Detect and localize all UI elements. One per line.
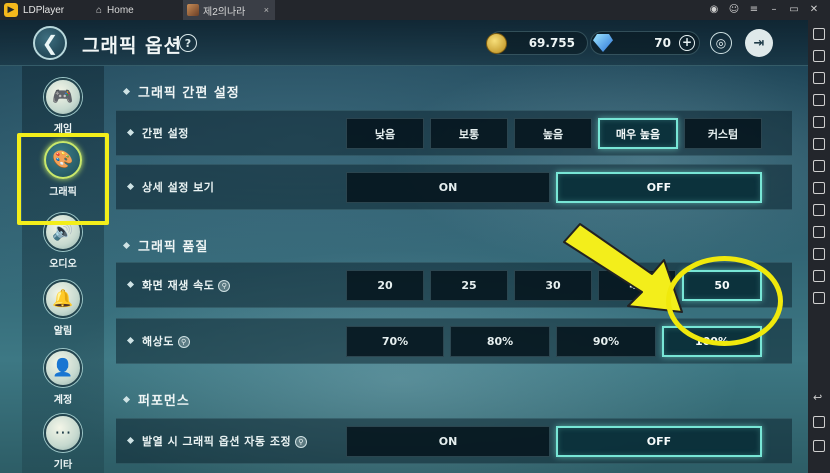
nav-label: 계정	[53, 395, 73, 406]
exit-button[interactable]: ⇥	[745, 29, 773, 57]
keyboard-icon[interactable]	[813, 50, 825, 62]
sync-icon[interactable]	[813, 248, 825, 260]
resolution-option-70[interactable]: 70%	[346, 326, 444, 357]
gem-counter: 70 +	[590, 31, 700, 55]
gem-value: 70	[654, 36, 671, 50]
nav-item-game[interactable]: 🎮 게임	[22, 74, 104, 140]
bell-icon: 🔔	[44, 280, 82, 318]
diamond-icon	[593, 34, 613, 52]
gamepad-icon[interactable]: ◉	[708, 4, 720, 16]
volume-icon[interactable]	[813, 116, 825, 128]
home-icon: ⌂	[96, 4, 103, 16]
nav-item-account[interactable]: 👤 계정	[22, 345, 104, 411]
magnify-icon[interactable]: ⚲	[218, 280, 231, 292]
home-nav-icon[interactable]	[813, 416, 825, 428]
back-button[interactable]: ❮	[33, 26, 67, 60]
nav-item-alerts[interactable]: 🔔 알림	[22, 276, 104, 342]
nav-item-other[interactable]: ⋯ 기타	[22, 410, 104, 473]
resolution-option-90[interactable]: 90%	[556, 326, 656, 357]
tab-home[interactable]: ⌂ Home	[96, 0, 182, 20]
gold-counter: 69.755	[486, 31, 588, 55]
back-arrow-icon: ❮	[41, 31, 59, 55]
heat-off-button[interactable]: OFF	[556, 426, 762, 457]
gamepad-icon: 🎮	[44, 78, 82, 116]
heat-on-button[interactable]: ON	[346, 426, 550, 457]
preset-option-normal[interactable]: 보통	[430, 118, 508, 149]
exit-door-icon: ⇥	[753, 35, 765, 51]
tab-game[interactable]: 제2의나라 ×	[183, 0, 275, 20]
menu-icon[interactable]: ≡	[748, 4, 760, 16]
target-icon[interactable]: ◎	[710, 32, 732, 54]
detail-on-button[interactable]: ON	[346, 172, 550, 203]
nav-label: 오디오	[49, 259, 77, 270]
user-icon[interactable]: ☺	[728, 4, 740, 16]
settings-nav: 🎮 게임 🎨 그래픽 🔊 오디오 🔔 알림 👤 계정 ⋯ 기타	[22, 66, 104, 473]
tab-close-icon[interactable]: ×	[264, 5, 269, 15]
scissors-icon[interactable]	[813, 204, 825, 216]
add-gem-button[interactable]: +	[679, 35, 695, 51]
nav-label: 기타	[53, 460, 73, 471]
row-label: 화면 재생 속도 ⚲	[126, 277, 231, 293]
resolution-option-80[interactable]: 80%	[450, 326, 550, 357]
play-icon[interactable]	[813, 226, 825, 238]
recent-apps-icon[interactable]	[813, 440, 825, 452]
restore-icon[interactable]: ▭	[788, 4, 800, 16]
close-icon[interactable]: ✕	[808, 4, 820, 16]
row-label: 해상도 ⚲	[126, 333, 190, 349]
section-title-quick: 그래픽 간편 설정	[122, 82, 240, 101]
fps-option-20[interactable]: 20	[346, 270, 424, 301]
multi-instance-icon[interactable]	[813, 94, 825, 106]
preset-option-custom[interactable]: 커스텀	[684, 118, 762, 149]
row-label: 상세 설정 보기	[126, 179, 214, 195]
row-detail: 상세 설정 보기 ON OFF	[116, 164, 792, 210]
more-icon: ⋯	[44, 414, 82, 452]
row-heat-adjust: 발열 시 그래픽 옵션 자동 조정 ⚲ ON OFF	[116, 418, 792, 464]
preset-option-very-high[interactable]: 매우 높음	[598, 118, 678, 149]
detail-off-button[interactable]: OFF	[556, 172, 762, 203]
section-title-quality: 그래픽 품질	[122, 236, 208, 255]
magnify-icon[interactable]: ⚲	[177, 336, 190, 348]
preset-option-high[interactable]: 높음	[514, 118, 592, 149]
game-screen: ❮ 그래픽 옵션 ? 69.755 70 + ◎ ⇥ 🎮 게임 🎨 그래픽 🔊 …	[0, 20, 808, 473]
emulator-toolbar: ↩	[808, 20, 830, 473]
preset-option-low[interactable]: 낮음	[346, 118, 424, 149]
expand-icon[interactable]	[813, 28, 825, 40]
ldplayer-logo-icon: ▶	[4, 3, 18, 17]
tab-game-label: 제2의나라	[203, 6, 246, 18]
minimize-icon[interactable]: –	[768, 4, 780, 16]
person-icon: 👤	[44, 349, 82, 387]
magnify-icon[interactable]: ⚲	[295, 436, 308, 448]
settings-icon[interactable]	[813, 270, 825, 282]
gold-coin-icon	[486, 33, 507, 54]
row-preset: 간편 설정 낮음 보통 높음 매우 높음 커스텀	[116, 110, 792, 156]
window-controls: ◉ ☺ ≡ – ▭ ✕	[708, 0, 820, 20]
app-name: LDPlayer	[23, 4, 65, 16]
annotation-circle	[666, 256, 783, 346]
row-label: 발열 시 그래픽 옵션 자동 조정 ⚲	[126, 433, 308, 449]
header: ❮ 그래픽 옵션 ? 69.755 70 + ◎ ⇥	[0, 20, 808, 66]
game-icon	[187, 4, 199, 16]
help-icon[interactable]: ?	[179, 34, 197, 52]
emulator-window: ▶ LDPlayer ⌂ Home 제2의나라 × ◉ ☺ ≡ – ▭ ✕ ↩ …	[0, 0, 830, 473]
annotation-highlight-box	[17, 133, 109, 225]
tab-home-label: Home	[107, 4, 134, 16]
fps-option-25[interactable]: 25	[430, 270, 508, 301]
screenshot-icon[interactable]	[813, 72, 825, 84]
record-icon[interactable]	[813, 138, 825, 150]
more-options-icon[interactable]	[813, 292, 825, 304]
row-label: 간편 설정	[126, 125, 189, 141]
nav-label: 알림	[53, 326, 73, 337]
install-apk-icon[interactable]	[813, 160, 825, 172]
section-title-performance: 퍼포먼스	[122, 390, 190, 409]
titlebar: ▶ LDPlayer ⌂ Home 제2의나라 × ◉ ☺ ≡ – ▭ ✕	[0, 0, 830, 20]
gold-value: 69.755	[528, 36, 575, 50]
back-arrow-icon[interactable]: ↩	[813, 392, 825, 404]
page-title: 그래픽 옵션	[82, 35, 183, 57]
apk-icon[interactable]	[813, 182, 825, 194]
